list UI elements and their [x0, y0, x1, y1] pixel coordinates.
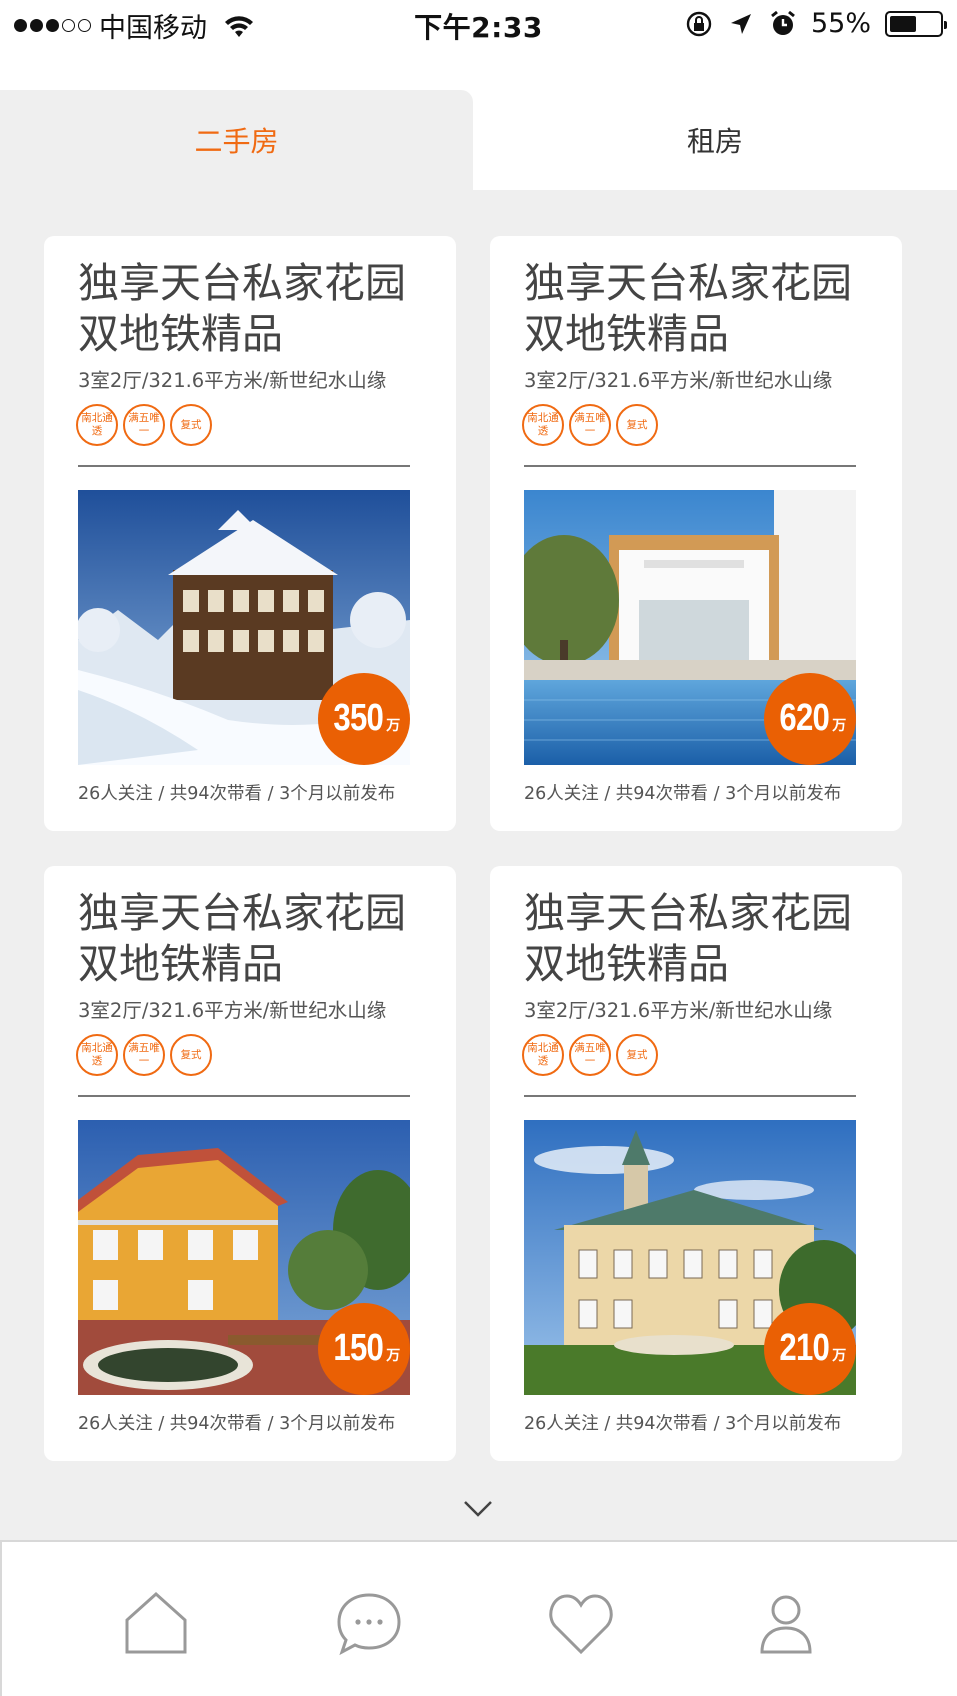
price-value: 150	[333, 1327, 383, 1369]
listing-stats: 26人关注 / 共94次带看 / 3个月以前发布	[524, 784, 842, 804]
battery-percent: 55%	[810, 8, 871, 39]
tag-badge: 南北通透	[522, 404, 564, 446]
tag-badge: 满五唯一	[123, 1034, 165, 1076]
listing-photo[interactable]: 350 万	[78, 490, 410, 765]
listing-title: 独享天台私家花园双地铁精品	[524, 259, 852, 358]
listing-subtitle: 3室2厅/321.6平方米/新世纪水山缘	[78, 999, 387, 1022]
tag-badge: 复式	[170, 1034, 212, 1076]
listing-stats: 26人关注 / 共94次带看 / 3个月以前发布	[524, 1414, 842, 1434]
divider	[524, 465, 856, 467]
divider	[524, 1095, 856, 1097]
divider	[78, 465, 410, 467]
price-badge: 150 万	[318, 1303, 410, 1395]
tag-badge: 满五唯一	[569, 404, 611, 446]
location-arrow-icon	[730, 13, 751, 34]
tag-badge: 南北通透	[76, 404, 118, 446]
tag-badge: 复式	[616, 404, 658, 446]
listing-photo[interactable]: 620 万	[524, 490, 856, 765]
price-badge: 350 万	[318, 673, 410, 765]
orientation-lock-icon	[686, 11, 712, 36]
listing-grid: 独享天台私家花园双地铁精品 3室2厅/321.6平方米/新世纪水山缘 南北通透 …	[0, 190, 957, 1540]
price-value: 620	[779, 697, 829, 739]
tag-badge: 复式	[616, 1034, 658, 1076]
listing-title: 独享天台私家花园双地铁精品	[524, 889, 852, 988]
status-right: 55%	[685, 8, 947, 39]
price-value: 210	[779, 1327, 829, 1369]
listing-card[interactable]: 独享天台私家花园双地铁精品 3室2厅/321.6平方米/新世纪水山缘 南北通透 …	[44, 236, 456, 831]
price-value: 350	[333, 697, 383, 739]
listing-tags: 南北通透 满五唯一 复式	[76, 404, 212, 446]
listing-tags: 南北通透 满五唯一 复式	[522, 1034, 658, 1076]
tab-rental[interactable]: 租房	[473, 90, 957, 190]
tag-badge: 南北通透	[76, 1034, 118, 1076]
listing-card[interactable]: 独享天台私家花园双地铁精品 3室2厅/321.6平方米/新世纪水山缘 南北通透 …	[44, 866, 456, 1461]
chat-icon[interactable]	[336, 1590, 402, 1656]
status-bar: 中国移动 下午2:33 55%	[0, 0, 957, 48]
listing-tags: 南北通透 满五唯一 复式	[522, 404, 658, 446]
listing-subtitle: 3室2厅/321.6平方米/新世纪水山缘	[524, 369, 833, 392]
bottom-nav	[0, 1540, 957, 1696]
price-unit: 万	[386, 717, 401, 733]
price-badge: 620 万	[764, 673, 856, 765]
price-unit: 万	[832, 1347, 847, 1363]
chevron-down-icon[interactable]	[462, 1499, 494, 1519]
tag-badge: 复式	[170, 404, 212, 446]
listing-photo[interactable]: 210 万	[524, 1120, 856, 1395]
listing-card[interactable]: 独享天台私家花园双地铁精品 3室2厅/321.6平方米/新世纪水山缘 南北通透 …	[490, 236, 902, 831]
listing-subtitle: 3室2厅/321.6平方米/新世纪水山缘	[78, 369, 387, 392]
listing-type-tabs: 二手房 租房	[0, 90, 957, 190]
tag-badge: 满五唯一	[569, 1034, 611, 1076]
alarm-icon	[771, 10, 795, 35]
profile-icon[interactable]	[760, 1590, 812, 1656]
listing-subtitle: 3室2厅/321.6平方米/新世纪水山缘	[524, 999, 833, 1022]
tab-second-hand[interactable]: 二手房	[0, 90, 473, 190]
listing-title: 独享天台私家花园双地铁精品	[78, 259, 406, 358]
tag-badge: 南北通透	[522, 1034, 564, 1076]
listing-stats: 26人关注 / 共94次带看 / 3个月以前发布	[78, 784, 396, 804]
listing-photo[interactable]: 150 万	[78, 1120, 410, 1395]
tag-badge: 满五唯一	[123, 404, 165, 446]
heart-icon[interactable]	[548, 1590, 614, 1656]
price-unit: 万	[386, 1347, 401, 1363]
battery-icon	[885, 10, 947, 37]
listing-title: 独享天台私家花园双地铁精品	[78, 889, 406, 988]
listing-tags: 南北通透 满五唯一 复式	[76, 1034, 212, 1076]
listing-card[interactable]: 独享天台私家花园双地铁精品 3室2厅/321.6平方米/新世纪水山缘 南北通透 …	[490, 866, 902, 1461]
home-icon[interactable]	[124, 1590, 188, 1656]
price-badge: 210 万	[764, 1303, 856, 1395]
divider	[78, 1095, 410, 1097]
app-screen: 中国移动 下午2:33 55% 二手房 租房 独享天台私家花园双地铁精品 3室2…	[0, 0, 957, 1696]
listing-stats: 26人关注 / 共94次带看 / 3个月以前发布	[78, 1414, 396, 1434]
price-unit: 万	[832, 717, 847, 733]
